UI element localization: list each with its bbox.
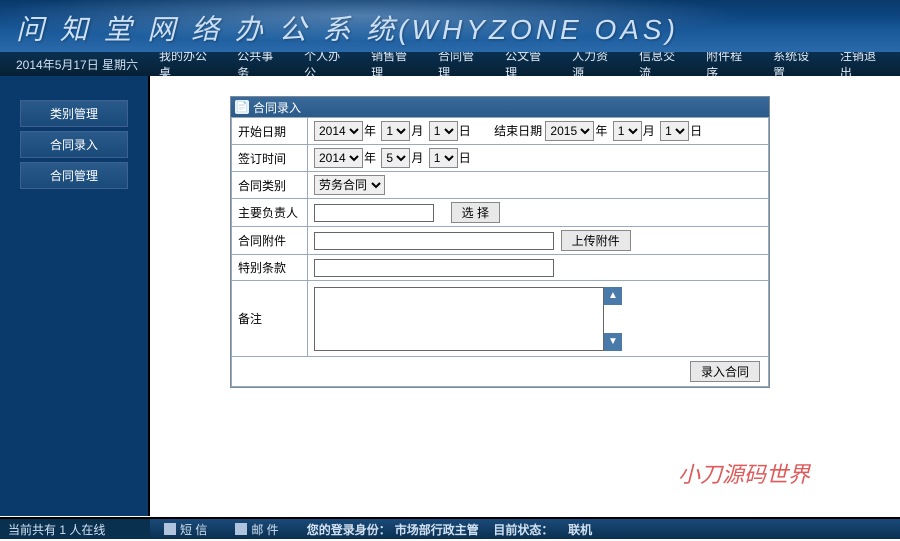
footer-identity: 您的登录身份：市场部行政主管 目前状态： 联机 <box>293 521 606 538</box>
label-contract-type: 合同类别 <box>232 172 308 199</box>
footer-mail[interactable]: 邮 件 <box>221 521 292 538</box>
footer-sms[interactable]: 短 信 <box>150 521 221 538</box>
scroll-up-icon[interactable]: ▲ <box>604 287 622 305</box>
content-area: 📄 合同录入 开始日期 2014年 1月 1日 结束日期 2015年 1月 1日 <box>150 76 900 516</box>
form-title: 合同录入 <box>253 99 301 116</box>
upload-button[interactable]: 上传附件 <box>561 230 631 251</box>
current-date: 2014年5月17日 星期六 <box>4 56 148 73</box>
label-remark: 备注 <box>232 281 308 357</box>
attachment-input[interactable] <box>314 232 554 250</box>
status-bar: 当前共有 1 人在线 短 信 邮 件 您的登录身份：市场部行政主管 目前状态： … <box>0 517 900 539</box>
label-end-date: 结束日期 <box>482 122 542 139</box>
label-responsible: 主要负责人 <box>232 199 308 227</box>
app-header: 问 知 堂 网 络 办 公 系 统(WHYZONE OAS) <box>0 0 900 52</box>
scroll-down-icon[interactable]: ▼ <box>604 333 622 351</box>
sidebar-contract-entry[interactable]: 合同录入 <box>20 131 128 158</box>
start-month-select[interactable]: 1 <box>381 121 410 141</box>
sign-day-select[interactable]: 1 <box>429 148 458 168</box>
sign-year-select[interactable]: 2014 <box>314 148 363 168</box>
sign-month-select[interactable]: 5 <box>381 148 410 168</box>
responsible-input[interactable] <box>314 204 434 222</box>
submit-button[interactable]: 录入合同 <box>690 361 760 382</box>
start-year-select[interactable]: 2014 <box>314 121 363 141</box>
form-title-bar: 📄 合同录入 <box>231 97 769 117</box>
label-start-date: 开始日期 <box>232 118 308 145</box>
start-day-select[interactable]: 1 <box>429 121 458 141</box>
label-special-terms: 特别条款 <box>232 255 308 281</box>
select-button[interactable]: 选 择 <box>451 202 500 223</box>
mail-icon <box>235 523 247 535</box>
remark-textarea[interactable] <box>314 287 604 351</box>
online-count: 当前共有 1 人在线 <box>0 519 150 539</box>
label-sign-time: 签订时间 <box>232 145 308 172</box>
contract-entry-form: 📄 合同录入 开始日期 2014年 1月 1日 结束日期 2015年 1月 1日 <box>230 96 770 388</box>
end-month-select[interactable]: 1 <box>613 121 642 141</box>
label-attachment: 合同附件 <box>232 227 308 255</box>
end-day-select[interactable]: 1 <box>660 121 689 141</box>
form-icon: 📄 <box>235 100 249 114</box>
special-terms-input[interactable] <box>314 259 554 277</box>
main-area: 类别管理 合同录入 合同管理 📄 合同录入 开始日期 2014年 1月 1日 结… <box>0 76 900 516</box>
sidebar-category-mgmt[interactable]: 类别管理 <box>20 100 128 127</box>
sidebar-contract-mgmt[interactable]: 合同管理 <box>20 162 128 189</box>
sms-icon <box>164 523 176 535</box>
sidebar: 类别管理 合同录入 合同管理 <box>0 76 150 516</box>
contract-type-select[interactable]: 劳务合同 <box>314 175 385 195</box>
watermark: 小刀源码世界 <box>678 457 810 489</box>
end-year-select[interactable]: 2015 <box>545 121 594 141</box>
app-title: 问 知 堂 网 络 办 公 系 统(WHYZONE OAS) <box>16 8 679 48</box>
top-bar: 2014年5月17日 星期六 我的办公桌 公共事务 个人办公 销售管理 合同管理… <box>0 52 900 76</box>
